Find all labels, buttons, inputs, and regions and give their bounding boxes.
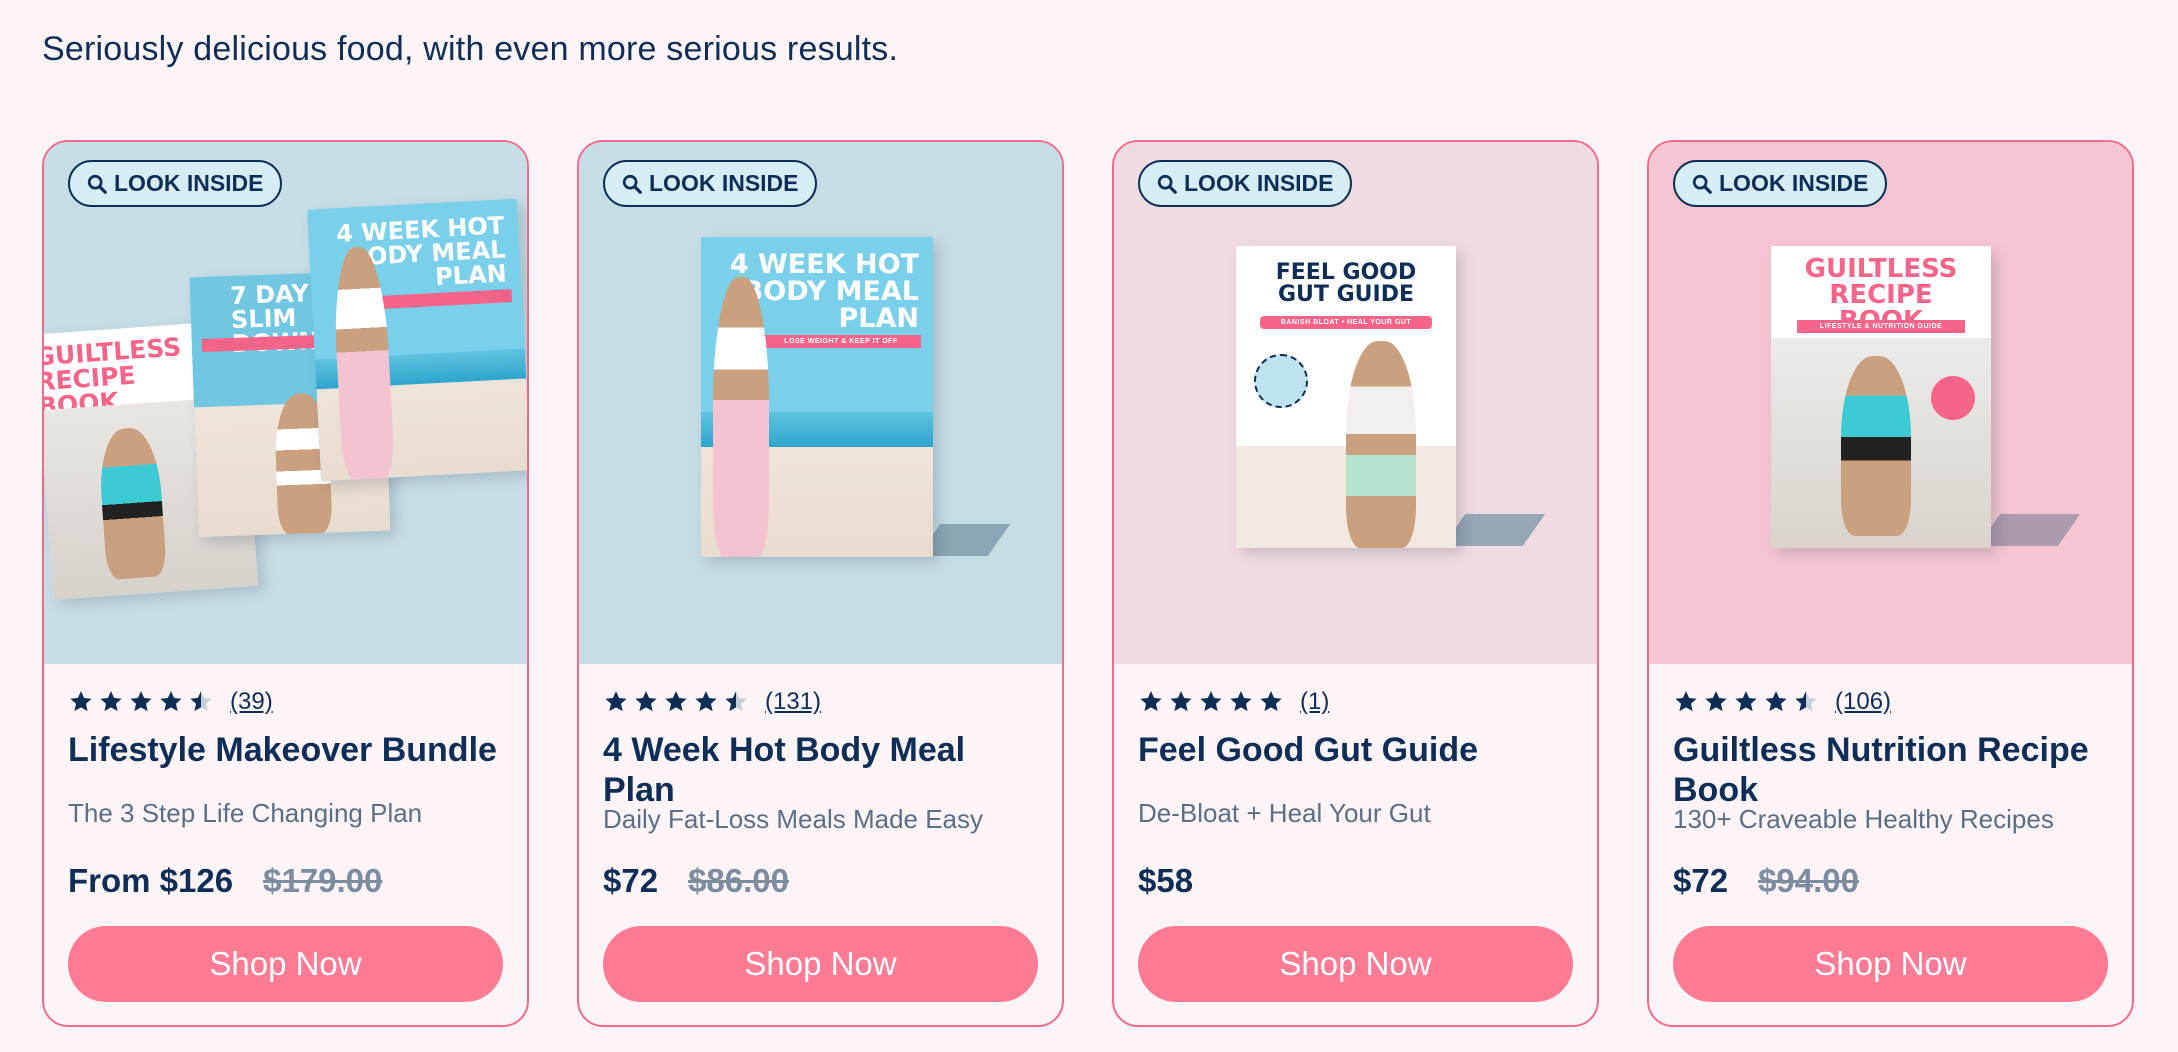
- compare-price: $179.00: [263, 862, 383, 899]
- review-count-link[interactable]: (106): [1835, 688, 1891, 716]
- shop-now-button[interactable]: Shop Now: [68, 926, 503, 1002]
- price-row: $72 $94.00: [1673, 862, 1859, 900]
- star-rating: (1): [1138, 684, 1573, 720]
- look-inside-button[interactable]: LOOK INSIDE: [603, 160, 817, 207]
- search-icon: [622, 174, 642, 194]
- half-star-icon: [190, 691, 212, 712]
- look-inside-label: LOOK INSIDE: [114, 170, 264, 196]
- look-inside-label: LOOK INSIDE: [1719, 170, 1869, 196]
- book-cover-guiltless: GUILTLESS RECIPE BOOK LIFESTYLE & NUTRIT…: [1771, 246, 1991, 548]
- product-image[interactable]: LOOK INSIDE FEEL GOOD GUT GUIDE BANISH B…: [1114, 142, 1597, 664]
- sale-price: $72: [1673, 862, 1729, 899]
- search-icon: [1157, 174, 1177, 194]
- look-inside-label: LOOK INSIDE: [1184, 170, 1334, 196]
- product-card[interactable]: LOOK INSIDE GUILTLESS RECIPE BOOK 7 DAY …: [42, 140, 529, 1027]
- search-icon: [87, 174, 107, 194]
- product-image[interactable]: LOOK INSIDE GUILTLESS RECIPE BOOK LIFEST…: [1649, 142, 2132, 664]
- star-icon: [1735, 691, 1757, 712]
- star-icon: [695, 691, 717, 712]
- product-title[interactable]: 4 Week Hot Body Meal Plan: [603, 730, 1038, 810]
- sale-price: From $126: [68, 862, 234, 899]
- look-inside-button[interactable]: LOOK INSIDE: [68, 160, 282, 207]
- product-card[interactable]: LOOK INSIDE GUILTLESS RECIPE BOOK LIFEST…: [1647, 140, 2134, 1027]
- search-icon: [1692, 174, 1712, 194]
- shop-now-button[interactable]: Shop Now: [603, 926, 1038, 1002]
- star-rating: (39): [68, 684, 503, 720]
- star-icon: [605, 691, 627, 712]
- look-inside-button[interactable]: LOOK INSIDE: [1138, 160, 1352, 207]
- product-title[interactable]: Guiltless Nutrition Recipe Book: [1673, 730, 2108, 810]
- cover-band: LIFESTYLE & NUTRITION GUIDE: [1797, 320, 1965, 333]
- star-icon: [100, 691, 122, 712]
- product-subtitle: 130+ Craveable Healthy Recipes: [1673, 804, 2054, 834]
- star-icon: [1675, 691, 1697, 712]
- cover-band: LOSE WEIGHT & KEEP IT OFF: [761, 335, 921, 348]
- look-inside-button[interactable]: LOOK INSIDE: [1673, 160, 1887, 207]
- star-rating: (131): [603, 684, 1038, 720]
- star-icon: [1200, 691, 1222, 712]
- shop-now-button[interactable]: Shop Now: [1673, 926, 2108, 1002]
- star-icon: [160, 691, 182, 712]
- half-star-icon: [725, 691, 747, 712]
- star-icon: [1765, 691, 1787, 712]
- star-icon: [70, 691, 92, 712]
- look-inside-label: LOOK INSIDE: [649, 170, 799, 196]
- product-image[interactable]: LOOK INSIDE 4 WEEK HOT BODY MEAL PLAN LO…: [579, 142, 1062, 664]
- star-icon: [1140, 691, 1162, 712]
- product-subtitle: The 3 Step Life Changing Plan: [68, 798, 423, 828]
- star-rating: (106): [1673, 684, 2108, 720]
- product-grid: LOOK INSIDE GUILTLESS RECIPE BOOK 7 DAY …: [42, 140, 2134, 1027]
- star-icon: [130, 691, 152, 712]
- compare-price: $94.00: [1758, 862, 1859, 899]
- review-count-link[interactable]: (131): [765, 688, 821, 716]
- compare-price: $86.00: [688, 862, 789, 899]
- product-image[interactable]: LOOK INSIDE GUILTLESS RECIPE BOOK 7 DAY …: [44, 142, 527, 664]
- sale-price: $72: [603, 862, 659, 899]
- star-icon: [1705, 691, 1727, 712]
- book-cover-hot-body: 4 WEEK HOT BODY MEAL PLAN: [307, 198, 527, 482]
- review-count-link[interactable]: (1): [1300, 688, 1329, 716]
- shop-now-button[interactable]: Shop Now: [1138, 926, 1573, 1002]
- star-icon: [635, 691, 657, 712]
- book-cover-hot-body: 4 WEEK HOT BODY MEAL PLAN LOSE WEIGHT & …: [701, 237, 933, 557]
- star-icon: [1230, 691, 1252, 712]
- review-count-link[interactable]: (39): [230, 688, 273, 716]
- book-cover-gut-guide: FEEL GOOD GUT GUIDE BANISH BLOAT • HEAL …: [1236, 246, 1456, 548]
- product-card[interactable]: LOOK INSIDE 4 WEEK HOT BODY MEAL PLAN LO…: [577, 140, 1064, 1027]
- cover-title: FEEL GOOD GUT GUIDE: [1275, 260, 1417, 307]
- price-row: $58: [1138, 862, 1193, 900]
- half-star-icon: [1795, 691, 1817, 712]
- product-subtitle: Daily Fat-Loss Meals Made Easy: [603, 804, 984, 834]
- product-card[interactable]: LOOK INSIDE FEEL GOOD GUT GUIDE BANISH B…: [1112, 140, 1599, 1027]
- section-tagline: Seriously delicious food, with even more…: [42, 30, 899, 68]
- price-row: $72 $86.00: [603, 862, 789, 900]
- product-subtitle: De-Bloat + Heal Your Gut: [1138, 798, 1431, 828]
- sale-price: $58: [1138, 862, 1194, 899]
- star-icon: [1260, 691, 1282, 712]
- star-icon: [1170, 691, 1192, 712]
- star-icon: [665, 691, 687, 712]
- cover-band: BANISH BLOAT • HEAL YOUR GUT: [1260, 316, 1432, 329]
- price-row: From $126 $179.00: [68, 862, 382, 900]
